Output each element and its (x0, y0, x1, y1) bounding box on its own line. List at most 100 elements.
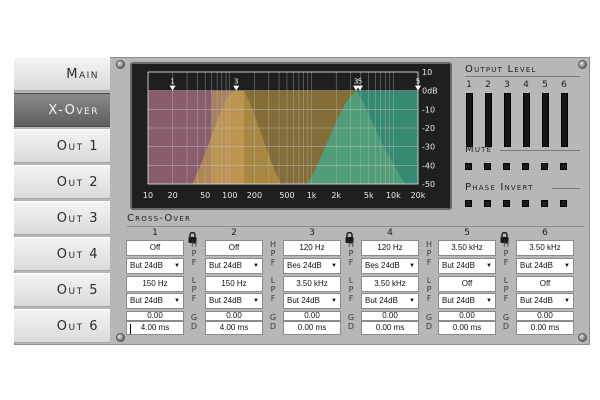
gain-delay-label: G (425, 313, 433, 322)
nav-tab-x-over[interactable]: X-Over (14, 93, 110, 127)
lpf-frequency-field[interactable]: 3.50 kHz (283, 276, 341, 292)
marker-label: 3 (234, 78, 238, 86)
channel-column-number: 4 (387, 228, 393, 238)
channel-column-number: 6 (542, 228, 548, 238)
gain-field[interactable]: 0.00 (516, 311, 574, 321)
channel-number: 4 (523, 80, 529, 90)
nav-tab-out-1[interactable]: Out 1 (14, 129, 110, 163)
channel-number: 1 (466, 80, 472, 90)
lpf-frequency-field-value: Off (461, 279, 473, 288)
lpf-type-select[interactable]: But 24dB ▼ (361, 293, 419, 309)
hpf-frequency-field[interactable]: 120 Hz (361, 240, 419, 256)
hpf-frequency-field[interactable]: Off (126, 240, 184, 256)
gain-delay-label: D (269, 322, 277, 331)
lpf-frequency-field-value: 3.50 kHz (296, 279, 328, 288)
gain-field[interactable]: 0.00 (438, 311, 496, 321)
y-tick-label: -30 (422, 143, 435, 152)
hpf-type-select-value: But 24dB (130, 261, 163, 270)
hpf-label: F (503, 258, 509, 267)
phase-invert-toggle[interactable] (522, 200, 529, 207)
y-tick-label: 10 (422, 68, 432, 77)
lpf-type-select[interactable]: But 24dB ▼ (283, 293, 341, 309)
mute-toggle[interactable] (522, 163, 529, 170)
hpf-type-select[interactable]: Bes 24dB ▼ (283, 258, 341, 274)
lpf-label: P (270, 285, 276, 294)
hpf-frequency-field[interactable]: 3.50 kHz (516, 240, 574, 256)
hpf-type-select-value: But 24dB (442, 261, 475, 270)
lock-icon[interactable] (500, 228, 509, 243)
gain-field[interactable]: 0.00 (283, 311, 341, 321)
mute-toggle[interactable] (465, 163, 472, 170)
hpf-type-select[interactable]: But 24dB ▼ (205, 258, 263, 274)
lpf-frequency-field[interactable]: 150 Hz (126, 276, 184, 292)
hpf-type-select[interactable]: But 24dB ▼ (438, 258, 496, 274)
delay-field[interactable]: 0.00 ms (361, 321, 419, 335)
x-tick-label: 500 (279, 191, 294, 200)
lpf-frequency-field[interactable]: 3.50 kHz (361, 276, 419, 292)
hpf-frequency-field[interactable]: 120 Hz (283, 240, 341, 256)
lpf-frequency-field[interactable]: Off (516, 276, 574, 292)
hpf-frequency-field[interactable]: Off (205, 240, 263, 256)
mute-toggle[interactable] (560, 163, 567, 170)
nav-tab-main[interactable]: Main (14, 57, 110, 91)
phase-invert-toggle[interactable] (465, 200, 472, 207)
hpf-label: F (348, 258, 354, 267)
screw-icon (116, 60, 125, 69)
phase-invert-toggle[interactable] (560, 200, 567, 207)
hpf-label: P (191, 249, 197, 258)
gain-field-value: 0.00 (304, 311, 320, 320)
lock-icon[interactable] (188, 228, 197, 243)
delay-field[interactable]: 0.00 ms (516, 321, 574, 335)
hpf-frequency-field[interactable]: 3.50 kHz (438, 240, 496, 256)
crossover-title: Cross-Over (127, 213, 192, 224)
hpf-type-select-value: Bes 24dB (287, 261, 322, 270)
mute-toggle[interactable] (484, 163, 491, 170)
phase-invert-toggle[interactable] (484, 200, 491, 207)
lpf-frequency-field[interactable]: 150 Hz (205, 276, 263, 292)
phase-invert-toggle[interactable] (503, 200, 510, 207)
delay-field-value: 4.00 ms (219, 323, 249, 332)
lock-icon[interactable] (345, 228, 354, 243)
nav-tab-out-4[interactable]: Out 4 (14, 237, 110, 271)
delay-field[interactable]: 4.00 ms (126, 321, 184, 335)
lpf-frequency-field-value: 3.50 kHz (374, 279, 406, 288)
hpf-type-select[interactable]: But 24dB ▼ (516, 258, 574, 274)
delay-field[interactable]: 4.00 ms (205, 321, 263, 335)
nav-tab-out-5[interactable]: Out 5 (14, 273, 110, 307)
lpf-frequency-field[interactable]: Off (438, 276, 496, 292)
phase-invert-toggle[interactable] (541, 200, 548, 207)
gain-field[interactable]: 0.00 (205, 311, 263, 321)
gain-field-value: 0.00 (459, 311, 475, 320)
gain-field[interactable]: 0.00 (126, 311, 184, 321)
hpf-type-select[interactable]: Bes 24dB ▼ (361, 258, 419, 274)
lpf-type-select[interactable]: But 24dB ▼ (438, 293, 496, 309)
crossover-marker[interactable] (356, 85, 363, 91)
gain-delay-label: D (425, 322, 433, 331)
x-tick-label: 50 (200, 191, 210, 200)
lpf-type-select[interactable]: But 24dB ▼ (205, 293, 263, 309)
x-tick-label: 20k (411, 191, 426, 200)
gain-field[interactable]: 0.00 (361, 311, 419, 321)
nav-tab-out-3[interactable]: Out 3 (14, 201, 110, 235)
delay-field[interactable]: 0.00 ms (283, 321, 341, 335)
mute-toggle[interactable] (503, 163, 510, 170)
delay-field[interactable]: 0.00 ms (438, 321, 496, 335)
output-level-meter (542, 93, 549, 147)
x-tick-label: 1k (307, 191, 317, 200)
x-tick-label: 5k (364, 191, 374, 200)
dropdown-arrow-icon: ▼ (409, 298, 415, 304)
hpf-type-select[interactable]: But 24dB ▼ (126, 258, 184, 274)
mute-toggle[interactable] (541, 163, 548, 170)
hpf-frequency-field-value: 120 Hz (299, 243, 325, 252)
hpf-frequency-field-value: Off (149, 243, 161, 252)
screw-icon (578, 333, 587, 342)
lpf-type-select[interactable]: But 24dB ▼ (516, 293, 574, 309)
nav-tab-out-2[interactable]: Out 2 (14, 165, 110, 199)
lpf-frequency-field-value: 150 Hz (142, 279, 168, 288)
crossover-marker[interactable] (169, 85, 176, 91)
nav-tab-out-6[interactable]: Out 6 (14, 309, 110, 343)
lpf-type-select[interactable]: But 24dB ▼ (126, 293, 184, 309)
delay-field-value: 0.00 ms (452, 323, 482, 332)
crossover-marker[interactable] (233, 85, 240, 91)
crossover-marker[interactable] (415, 85, 421, 91)
